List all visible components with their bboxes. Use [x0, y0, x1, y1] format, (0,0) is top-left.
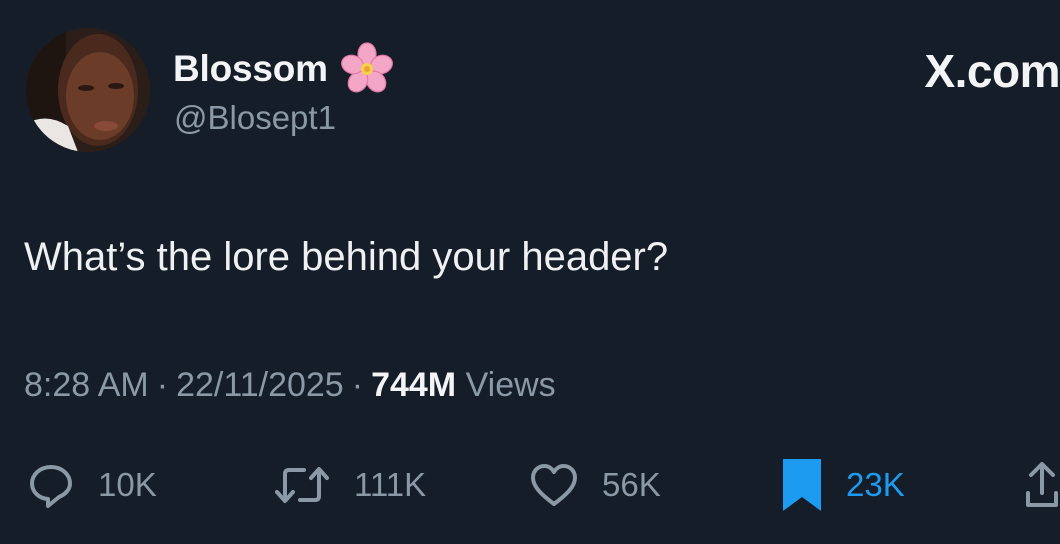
share-button[interactable]	[1024, 455, 1060, 515]
heart-icon	[528, 460, 580, 510]
cherry-blossom-icon	[340, 42, 394, 96]
bookmark-button[interactable]: 23K	[780, 455, 905, 515]
tweet-text: What’s the lore behind your header?	[24, 235, 669, 279]
reply-button[interactable]: 10K	[26, 455, 157, 515]
like-button[interactable]: 56K	[528, 455, 661, 515]
x-logo: X.com	[924, 45, 1060, 97]
tweet-meta: 8:28 AM · 22/11/2025 · 744M Views	[24, 366, 556, 405]
tweet-time[interactable]: 8:28 AM	[24, 366, 149, 404]
meta-separator: ·	[351, 366, 364, 404]
reply-icon	[26, 460, 76, 510]
share-icon	[1024, 459, 1060, 511]
views-count: 744M	[371, 366, 457, 404]
views-label: Views	[465, 366, 556, 404]
tweet-date[interactable]: 22/11/2025	[176, 366, 344, 404]
repost-count: 111K	[354, 466, 427, 503]
bookmark-icon	[780, 457, 824, 513]
like-count: 56K	[602, 466, 661, 503]
bookmark-count: 23K	[846, 466, 905, 503]
repost-button[interactable]: 111K	[272, 455, 426, 515]
meta-separator: ·	[156, 366, 169, 404]
avatar-image	[26, 28, 150, 152]
action-bar: 10K 111K 56K 23K	[0, 455, 1060, 515]
display-name[interactable]: Blossom	[173, 48, 328, 90]
avatar[interactable]	[26, 28, 150, 152]
author-handle[interactable]: @Blosept1	[174, 99, 336, 137]
tweet-card: Blossom @Blosept1 X.com What’s the lore …	[0, 0, 1060, 544]
reply-count: 10K	[98, 466, 157, 503]
author-name-row: Blossom	[173, 42, 394, 96]
repost-icon	[272, 460, 332, 510]
